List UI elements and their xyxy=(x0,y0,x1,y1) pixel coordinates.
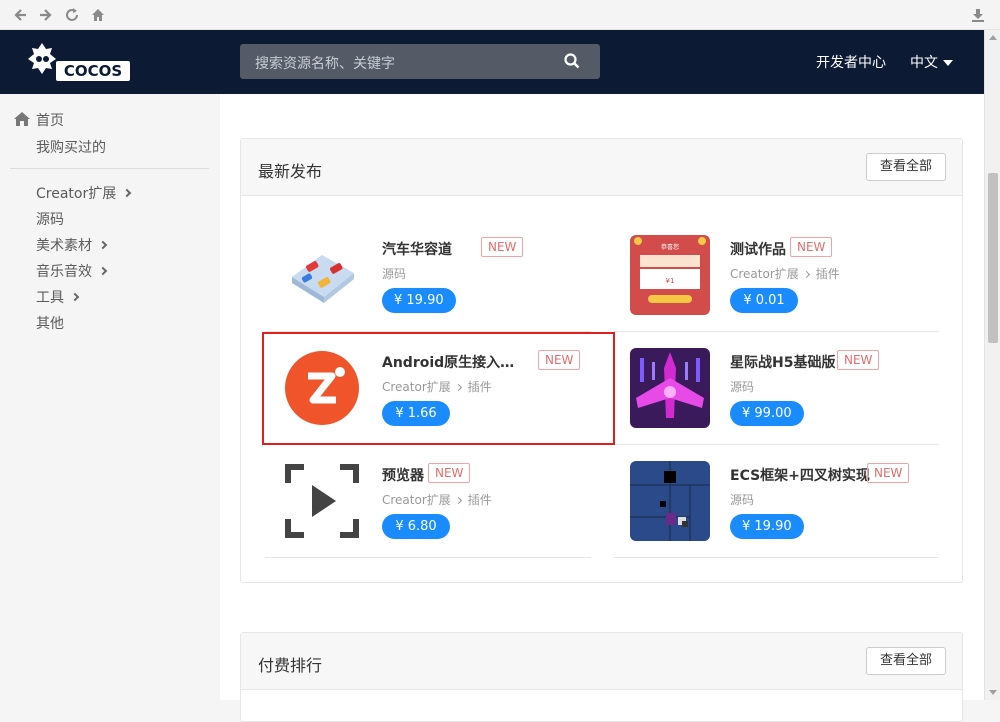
browser-toolbar xyxy=(0,0,1000,30)
chevron-right-icon xyxy=(802,270,810,279)
product-name[interactable]: 星际战H5基础版 xyxy=(730,352,835,372)
language-dropdown[interactable]: 中文 xyxy=(910,52,953,72)
product-thumbnail[interactable]: 恭喜您 ¥1 xyxy=(630,235,710,315)
sidebar-divider xyxy=(10,168,209,169)
product-card[interactable]: 星际战H5基础版 NEW 源码 ¥ 99.00 xyxy=(613,332,939,445)
language-label: 中文 xyxy=(910,55,938,71)
back-icon[interactable] xyxy=(12,7,28,23)
view-all-button[interactable]: 查看全部 xyxy=(866,647,946,675)
product-name[interactable]: ECS框架+四叉树实现 xyxy=(730,465,870,485)
home-icon xyxy=(13,111,31,127)
chevron-right-icon xyxy=(98,240,108,250)
forward-icon[interactable] xyxy=(38,7,54,23)
search-icon[interactable] xyxy=(564,53,580,69)
view-all-button[interactable]: 查看全部 xyxy=(866,153,946,181)
sidebar-item-other[interactable]: 其他 xyxy=(36,313,64,333)
product-thumbnail[interactable] xyxy=(630,348,710,428)
scroll-up-arrow-icon[interactable] xyxy=(989,35,997,40)
scroll-thumb[interactable] xyxy=(988,173,998,343)
scroll-down-arrow-icon[interactable] xyxy=(989,690,997,695)
new-badge: NEW xyxy=(481,237,524,257)
scrollbar[interactable] xyxy=(984,30,1000,700)
home-icon[interactable] xyxy=(90,7,106,23)
sidebar-item-art-assets[interactable]: 美术素材 xyxy=(36,235,108,255)
product-card[interactable]: 汽车华容道 NEW 源码 ¥ 19.90 xyxy=(265,219,591,332)
card-divider xyxy=(613,557,939,558)
sidebar-item-label: 美术素材 xyxy=(36,238,92,254)
logo-text: COCOS xyxy=(64,62,122,80)
product-name[interactable]: 预览器 xyxy=(382,465,424,485)
cocos-logo[interactable]: COCOS xyxy=(26,41,132,83)
price-button[interactable]: ¥ 19.90 xyxy=(730,514,804,539)
sidebar-item-label: 工具 xyxy=(36,290,64,306)
caret-down-icon xyxy=(943,60,953,66)
download-icon[interactable] xyxy=(970,7,986,23)
product-thumbnail[interactable] xyxy=(630,461,710,541)
paid-ranking-panel: 付费排行 查看全部 xyxy=(240,632,963,722)
site-header: COCOS 搜索资源名称、关键字 开发者中心 中文 xyxy=(0,30,984,94)
new-badge: NEW xyxy=(867,463,910,483)
product-category: 源码 xyxy=(730,491,754,508)
latest-panel-title: 最新发布 xyxy=(258,162,323,181)
sidebar-item-label: 其他 xyxy=(36,316,64,332)
search-box[interactable]: 搜索资源名称、关键字 xyxy=(240,44,600,79)
price-button[interactable]: ¥ 0.01 xyxy=(730,288,798,313)
product-thumbnail[interactable] xyxy=(282,235,362,315)
sidebar-item-purchased[interactable]: 我购买过的 xyxy=(36,137,106,157)
new-badge: NEW xyxy=(837,350,880,370)
sidebar-item-source-code[interactable]: 源码 xyxy=(36,209,64,229)
sidebar-item-home[interactable]: 首页 xyxy=(36,110,64,130)
new-badge: NEW xyxy=(790,237,833,257)
search-input[interactable]: 搜索资源名称、关键字 xyxy=(255,53,395,73)
category-label: Creator扩展 xyxy=(730,267,799,281)
sidebar-item-tools[interactable]: 工具 xyxy=(36,287,80,307)
sidebar-item-label: Creator扩展 xyxy=(36,186,117,202)
paid-ranking-title: 付费排行 xyxy=(258,656,323,675)
card-divider xyxy=(265,557,591,558)
price-button[interactable]: ¥ 19.90 xyxy=(382,288,456,313)
product-category: 源码 xyxy=(382,265,406,282)
chevron-right-icon xyxy=(70,292,80,302)
selection-highlight xyxy=(262,332,615,445)
new-badge: NEW xyxy=(428,463,471,483)
paid-ranking-header: 付费排行 查看全部 xyxy=(241,633,962,690)
sidebar: 首页 我购买过的 Creator扩展 源码 美术素材 音乐音效 工具 其他 xyxy=(0,94,220,700)
product-thumbnail[interactable] xyxy=(282,461,362,541)
product-name[interactable]: 汽车华容道 xyxy=(382,239,452,259)
sidebar-item-creator-extension[interactable]: Creator扩展 xyxy=(36,183,132,203)
subcategory-label: 插件 xyxy=(467,493,492,507)
category-label: 源码 xyxy=(730,380,755,394)
chevron-right-icon xyxy=(98,266,108,276)
category-label: 源码 xyxy=(382,267,407,281)
chevron-right-icon xyxy=(122,188,132,198)
sidebar-item-audio[interactable]: 音乐音效 xyxy=(36,261,108,281)
product-card[interactable]: 恭喜您 ¥1 测试作品 NEW Creator扩展 插件 ¥ 0.01 xyxy=(613,219,939,332)
product-category: Creator扩展 插件 xyxy=(382,491,492,508)
price-button[interactable]: ¥ 99.00 xyxy=(730,401,804,426)
latest-panel-header: 最新发布 查看全部 xyxy=(241,139,962,196)
thumb-title: 恭喜您 xyxy=(661,243,679,251)
product-category: 源码 xyxy=(730,378,754,395)
category-label: 源码 xyxy=(730,493,755,507)
sidebar-item-label: 音乐音效 xyxy=(36,264,92,280)
reload-icon[interactable] xyxy=(64,7,80,23)
product-name[interactable]: 测试作品 xyxy=(730,239,786,259)
category-label: Creator扩展 xyxy=(382,493,451,507)
subcategory-label: 插件 xyxy=(815,267,840,281)
product-category: Creator扩展 插件 xyxy=(730,265,840,282)
chevron-right-icon xyxy=(454,496,462,505)
price-button[interactable]: ¥ 6.80 xyxy=(382,514,450,539)
product-card[interactable]: ECS框架+四叉树实现 NEW 源码 ¥ 19.90 xyxy=(613,445,939,558)
thumb-price: ¥1 xyxy=(666,277,675,285)
sidebar-item-label: 源码 xyxy=(36,212,64,228)
product-card[interactable]: 预览器 NEW Creator扩展 插件 ¥ 6.80 xyxy=(265,445,591,558)
developer-center-link[interactable]: 开发者中心 xyxy=(816,52,886,72)
